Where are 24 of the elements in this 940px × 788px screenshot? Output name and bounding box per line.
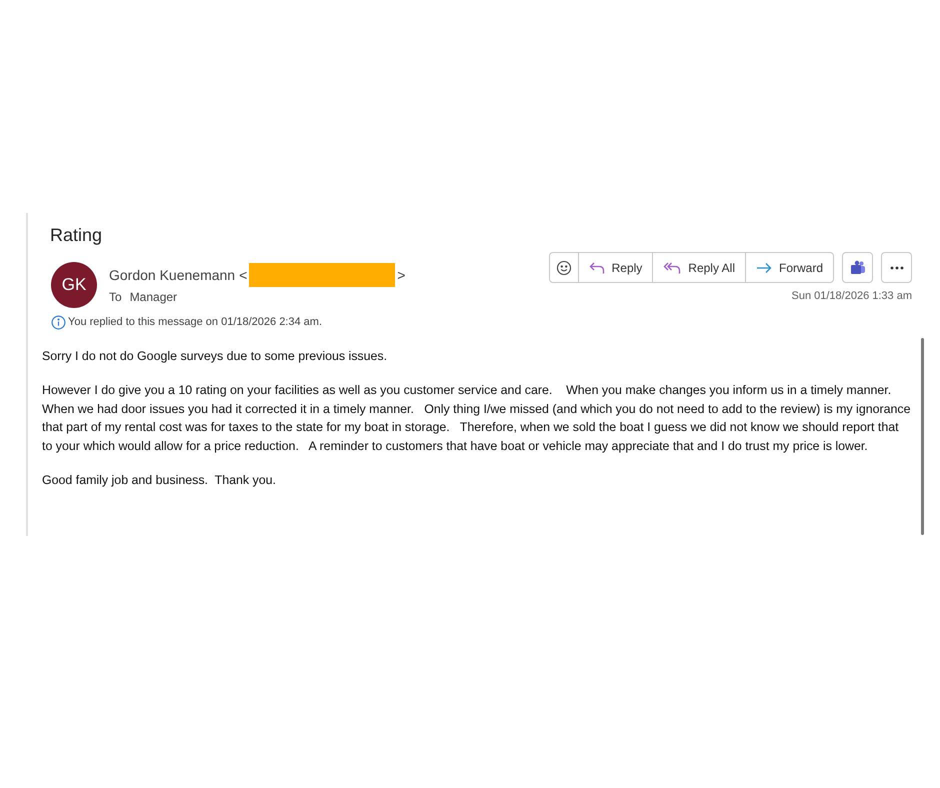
recipient-name: Manager — [130, 289, 178, 306]
replied-notice: You replied to this message on 01/18/2026 2:34 am. — [68, 315, 322, 330]
reply-icon — [588, 260, 605, 274]
email-paragraph: Sorry I do not do Google surveys due to some previous issues. — [42, 348, 388, 365]
email-paragraph: However I do give you a 10 rating on your facilities as well as you customer service and care. When you make changes you inform us in a timely manner. When we had door issues you had it corrected it in a timely manner. Only thing I/we missed (and which you do not need to add to the review) is my ignorance that part of my rental cost was for taxes to the state for my boat in storage. Therefore, when we sold the boat I guess we did not know we should report that to your which would allow for a price reduction. A reminder to customers that have boat or vehicle may appreciate that and I do trust my price is lower. — [42, 382, 911, 455]
forward-button[interactable]: Forward — [744, 253, 833, 282]
reply-all-icon — [663, 260, 682, 274]
more-icon — [890, 266, 904, 270]
bracket: > — [397, 266, 406, 284]
scrollbar[interactable] — [921, 338, 924, 535]
sender-name: Gordon Kuenemann — [109, 266, 236, 284]
reply-button[interactable]: Reply — [578, 253, 652, 282]
forward-arrow-icon — [756, 262, 772, 274]
teams-button[interactable] — [842, 252, 873, 283]
people-chat-icon — [850, 260, 866, 276]
sent-date: Sun 01/18/2026 1:33 am — [792, 289, 912, 304]
bracket: < — [239, 266, 248, 284]
reply-all-button[interactable]: Reply All — [652, 253, 745, 282]
info-icon — [51, 314, 66, 330]
email-subject: Rating — [50, 224, 104, 247]
avatar: GK — [51, 262, 97, 308]
to-label: To — [109, 289, 122, 306]
smiley-icon — [556, 260, 572, 276]
email-paragraph: Good family job and business. Thank you. — [42, 472, 277, 489]
